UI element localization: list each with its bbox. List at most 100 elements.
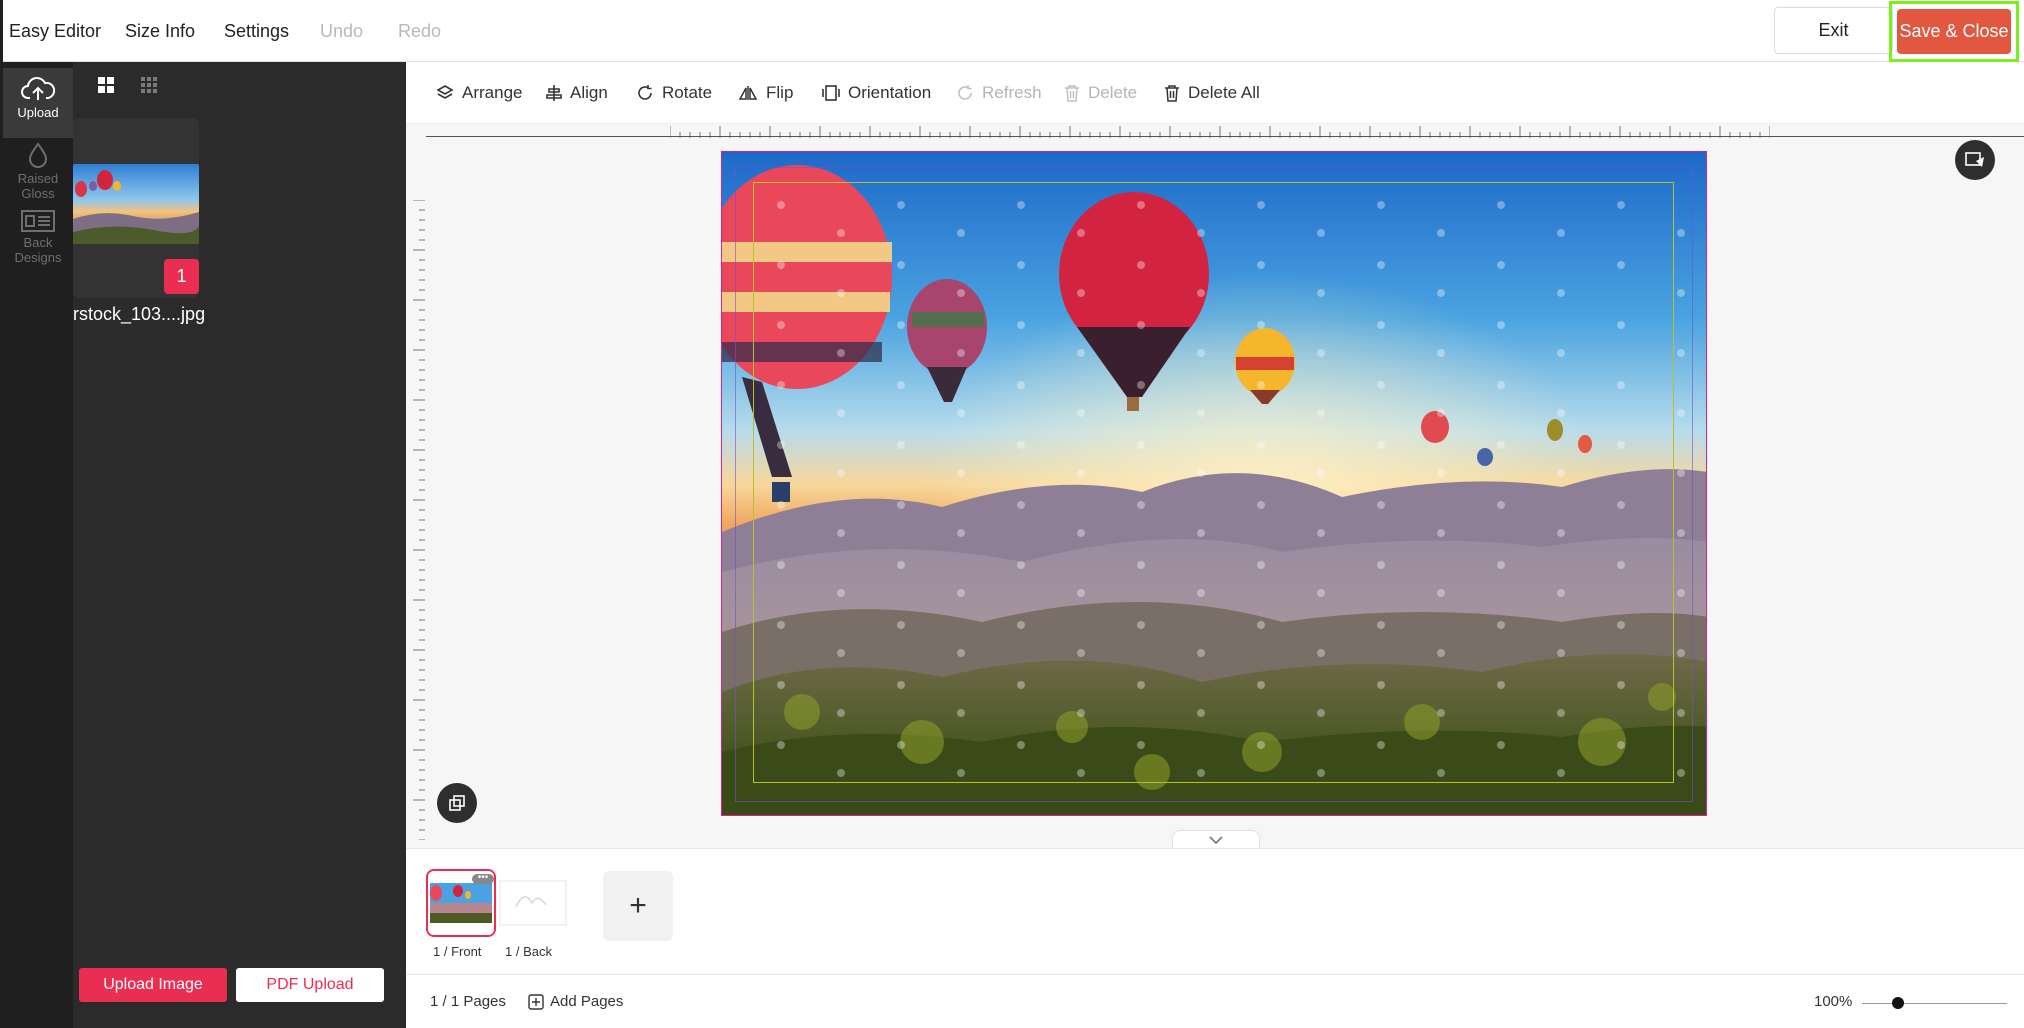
zoom-slider-track[interactable] xyxy=(1862,1003,2007,1004)
gloss-dot xyxy=(897,741,905,749)
gloss-dot xyxy=(897,621,905,629)
gloss-dot xyxy=(957,709,965,717)
app-title[interactable]: Easy Editor xyxy=(9,0,101,62)
gloss-dot xyxy=(1497,441,1505,449)
uploaded-image-thumbnail xyxy=(73,164,199,244)
gloss-dot xyxy=(1317,349,1325,357)
duplicate-view-button[interactable] xyxy=(437,783,477,823)
pdf-upload-button[interactable]: PDF Upload xyxy=(236,968,384,1002)
redo-button[interactable]: Redo xyxy=(398,0,441,62)
gloss-dot xyxy=(957,769,965,777)
gloss-dot xyxy=(1617,261,1625,269)
orientation-icon xyxy=(822,85,840,101)
gloss-dot xyxy=(837,529,845,537)
cloud-upload-icon xyxy=(21,77,55,100)
gloss-dot xyxy=(1257,501,1265,509)
gloss-dot xyxy=(897,501,905,509)
gloss-dot xyxy=(1437,649,1445,657)
duplicate-icon xyxy=(449,795,465,811)
gloss-dot xyxy=(1257,741,1265,749)
page-thumb-back[interactable] xyxy=(498,869,568,937)
refresh-button[interactable]: Refresh xyxy=(956,62,1042,124)
gloss-dot xyxy=(1437,289,1445,297)
gloss-dot xyxy=(1617,441,1625,449)
gloss-dot xyxy=(1197,469,1205,477)
gloss-dot xyxy=(1257,201,1265,209)
gloss-dot xyxy=(957,529,965,537)
gloss-dot xyxy=(1257,561,1265,569)
gloss-dot xyxy=(897,441,905,449)
gloss-dot xyxy=(1197,289,1205,297)
gloss-dot xyxy=(1317,529,1325,537)
gloss-dot xyxy=(1557,649,1565,657)
rotate-button[interactable]: Rotate xyxy=(636,62,712,124)
gloss-dot xyxy=(1317,229,1325,237)
image-usage-count: 1 xyxy=(164,259,199,294)
gloss-dot xyxy=(1017,741,1025,749)
zoom-level: 100% xyxy=(1814,993,1853,1010)
gloss-dot xyxy=(1557,529,1565,537)
page-options-icon[interactable]: ••• xyxy=(472,873,494,884)
gloss-dot xyxy=(1377,261,1385,269)
back-thumbnail xyxy=(499,880,567,926)
exit-button[interactable]: Exit xyxy=(1774,7,1893,54)
page-thumb-front[interactable]: ••• xyxy=(426,869,496,937)
rail-item-raised-gloss[interactable]: Raised Gloss xyxy=(3,142,73,202)
delete-button[interactable]: Delete xyxy=(1064,62,1137,124)
gloss-dot xyxy=(1317,649,1325,657)
gloss-dot xyxy=(1437,589,1445,597)
upload-image-button[interactable]: Upload Image xyxy=(79,968,227,1002)
rail-item-upload[interactable]: Upload xyxy=(3,68,73,138)
grid-small-icon[interactable] xyxy=(140,76,158,99)
zoom-slider-handle[interactable] xyxy=(1892,997,1905,1009)
ruler-baseline xyxy=(426,136,2024,137)
arrange-label: Arrange xyxy=(462,83,523,102)
undo-button[interactable]: Undo xyxy=(320,0,363,62)
gloss-dot xyxy=(1257,321,1265,329)
orientation-label: Orientation xyxy=(848,83,932,102)
gloss-dot xyxy=(777,621,785,629)
gloss-dot xyxy=(777,261,785,269)
size-info-menu[interactable]: Size Info xyxy=(125,0,195,62)
trash-icon xyxy=(1065,85,1079,102)
rail-item-back-designs[interactable]: Back Designs xyxy=(3,210,73,270)
gloss-dot xyxy=(1377,561,1385,569)
vertical-ruler xyxy=(413,200,425,840)
gloss-dot xyxy=(1257,381,1265,389)
page-count: 1 / 1 Pages xyxy=(430,993,506,1010)
grid-large-icon[interactable] xyxy=(97,76,115,99)
gloss-dot xyxy=(837,589,845,597)
arrange-button[interactable]: Arrange xyxy=(436,62,522,124)
preview-button[interactable] xyxy=(1955,140,1995,180)
gloss-dot xyxy=(1257,441,1265,449)
gloss-dot xyxy=(1617,561,1625,569)
align-button[interactable]: Align xyxy=(546,62,608,124)
gloss-dot xyxy=(1197,649,1205,657)
gloss-dot xyxy=(1077,709,1085,717)
save-close-button[interactable]: Save & Close xyxy=(1897,9,2011,54)
gloss-dot xyxy=(957,349,965,357)
gloss-dot xyxy=(1317,709,1325,717)
gloss-dot xyxy=(1557,469,1565,477)
gloss-dot xyxy=(1377,381,1385,389)
gloss-dot xyxy=(1497,561,1505,569)
gloss-dot xyxy=(777,321,785,329)
gloss-dot xyxy=(1137,501,1145,509)
collapse-pages-button[interactable] xyxy=(1172,830,1260,850)
gloss-dot xyxy=(1077,409,1085,417)
add-pages-button[interactable]: Add Pages xyxy=(528,975,623,1028)
rail-label-raised-gloss: Raised Gloss xyxy=(17,171,59,201)
add-page-tile[interactable]: + xyxy=(603,871,673,941)
flip-label: Flip xyxy=(766,83,794,102)
gloss-dot xyxy=(837,649,845,657)
gloss-dot xyxy=(1257,621,1265,629)
flip-button[interactable]: Flip xyxy=(738,62,793,124)
orientation-button[interactable]: Orientation xyxy=(822,62,931,124)
delete-all-button[interactable]: Delete All xyxy=(1164,62,1260,124)
gloss-dot xyxy=(957,289,965,297)
gloss-dot xyxy=(1557,589,1565,597)
gloss-dot xyxy=(837,229,845,237)
settings-menu[interactable]: Settings xyxy=(224,0,289,62)
gloss-dot xyxy=(1077,589,1085,597)
gloss-dot xyxy=(1077,649,1085,657)
